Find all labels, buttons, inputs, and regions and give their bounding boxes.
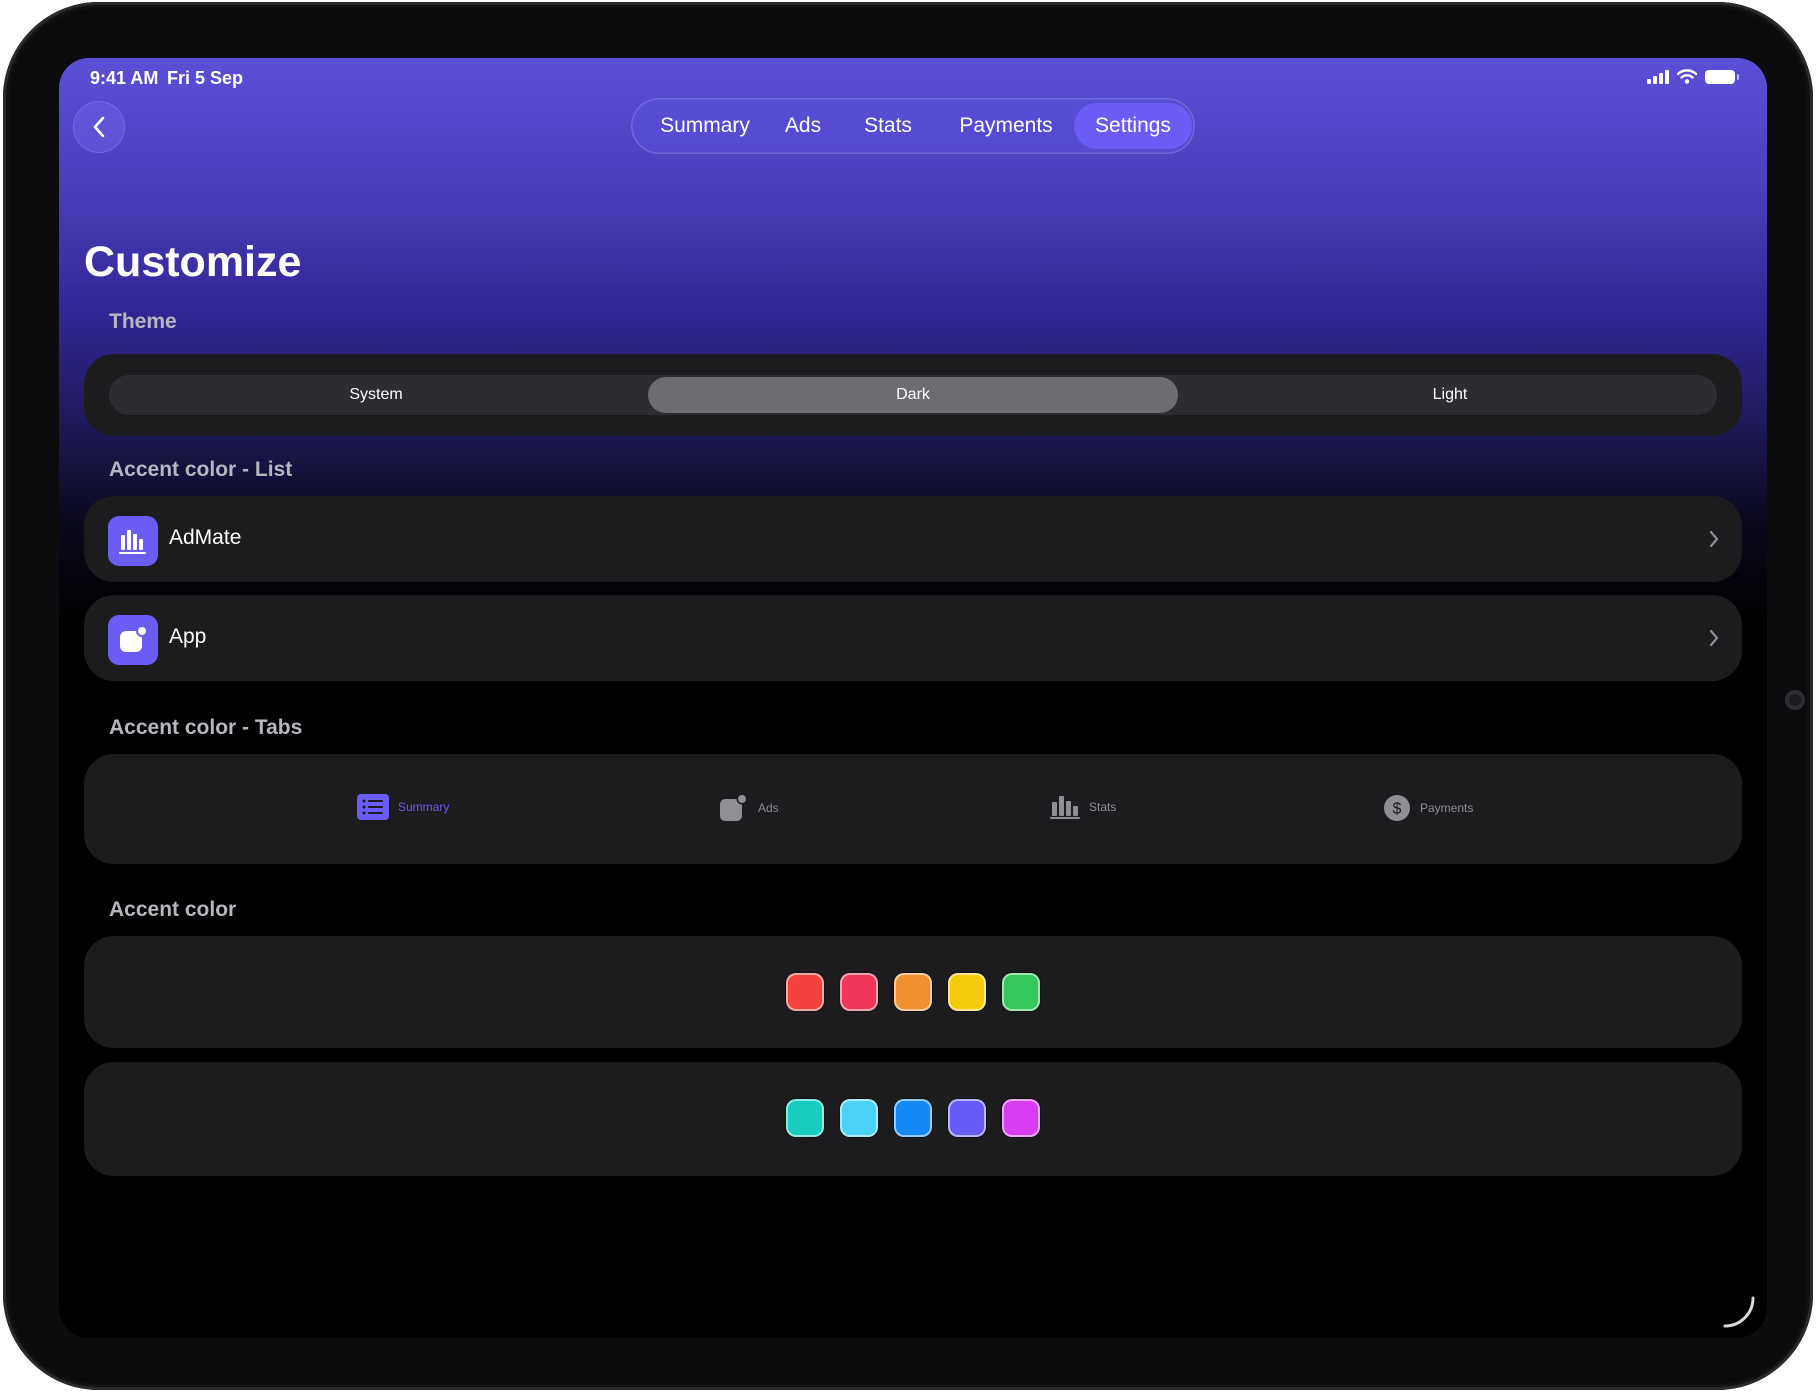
list-item-label: AdMate <box>169 526 242 549</box>
color-swatch-pink[interactable] <box>840 973 878 1011</box>
accent-tabs-section-label: Accent color - Tabs <box>109 716 303 739</box>
color-swatch-green[interactable] <box>1002 973 1040 1011</box>
bar-chart-icon <box>1050 796 1080 819</box>
accent-color-card-2 <box>84 1062 1742 1176</box>
status-date: Fri 5 Sep <box>167 68 244 88</box>
accent-tabs-card: Summary Ads Stats $ Payments <box>84 754 1742 864</box>
top-tab-bar: Summary Ads Stats Payments Settings <box>631 98 1195 154</box>
swatch-row <box>84 1099 1742 1137</box>
color-swatch-magenta[interactable] <box>1002 1099 1040 1137</box>
svg-text:$: $ <box>1393 801 1402 818</box>
chevron-right-icon <box>1709 629 1719 647</box>
list-item-label: App <box>169 625 207 648</box>
list-item-app[interactable]: App <box>84 595 1742 681</box>
preview-tab-stats[interactable]: Stats <box>1050 794 1116 820</box>
preview-tab-label: Summary <box>398 800 450 814</box>
page-title: Customize <box>84 238 302 286</box>
tab-summary[interactable]: Summary <box>645 103 765 149</box>
camera-icon <box>1785 690 1805 710</box>
tab-ads[interactable]: Ads <box>771 103 835 149</box>
chevron-left-icon <box>93 116 105 138</box>
theme-section-label: Theme <box>109 310 177 333</box>
preview-tab-label: Stats <box>1089 800 1117 814</box>
battery-icon <box>1705 69 1739 84</box>
preview-tab-summary[interactable]: Summary <box>357 794 449 820</box>
color-swatch-indigo[interactable] <box>948 1099 986 1137</box>
theme-segmented-control: System Dark Light <box>109 375 1717 415</box>
accent-color-section-label: Accent color <box>109 898 237 921</box>
theme-option-light[interactable]: Light <box>1185 377 1715 413</box>
screen: 9:41 AM Fri 5 Sep Summary Ads Stats Paym… <box>59 58 1767 1338</box>
theme-option-system[interactable]: System <box>111 377 641 413</box>
preview-tab-label: Ads <box>758 801 779 815</box>
preview-tab-label: Payments <box>1420 801 1474 815</box>
preview-tab-ads[interactable]: Ads <box>719 794 779 822</box>
cellular-signal-icon <box>1647 69 1669 84</box>
dollar-circle-icon: $ <box>1384 795 1410 821</box>
list-icon <box>357 794 389 820</box>
back-button[interactable] <box>73 101 125 153</box>
wifi-icon <box>1677 69 1697 84</box>
accent-color-card-1 <box>84 936 1742 1048</box>
home-indicator-corner <box>1723 1296 1755 1328</box>
app-badge-icon <box>108 615 158 665</box>
color-swatch-red[interactable] <box>786 973 824 1011</box>
color-swatch-yellow[interactable] <box>948 973 986 1011</box>
status-time: 9:41 AM <box>90 68 159 88</box>
tab-stats[interactable]: Stats <box>843 103 933 149</box>
status-bar: 9:41 AM Fri 5 Sep <box>59 58 1767 98</box>
tab-settings[interactable]: Settings <box>1074 103 1192 149</box>
theme-card: System Dark Light <box>84 354 1742 436</box>
bar-chart-icon <box>108 516 158 566</box>
color-swatch-teal[interactable] <box>786 1099 824 1137</box>
theme-option-dark[interactable]: Dark <box>648 377 1178 413</box>
tab-payments[interactable]: Payments <box>941 103 1071 149</box>
list-item-admate[interactable]: AdMate <box>84 496 1742 582</box>
color-swatch-cyan[interactable] <box>840 1099 878 1137</box>
color-swatch-blue[interactable] <box>894 1099 932 1137</box>
tablet-frame: 9:41 AM Fri 5 Sep Summary Ads Stats Paym… <box>3 2 1813 1390</box>
color-swatch-orange[interactable] <box>894 973 932 1011</box>
app-badge-icon <box>720 794 748 821</box>
status-icons <box>1647 69 1739 84</box>
preview-tab-payments[interactable]: $ Payments <box>1383 794 1473 822</box>
chevron-right-icon <box>1709 530 1719 548</box>
accent-list-section-label: Accent color - List <box>109 458 293 481</box>
swatch-row <box>84 973 1742 1011</box>
